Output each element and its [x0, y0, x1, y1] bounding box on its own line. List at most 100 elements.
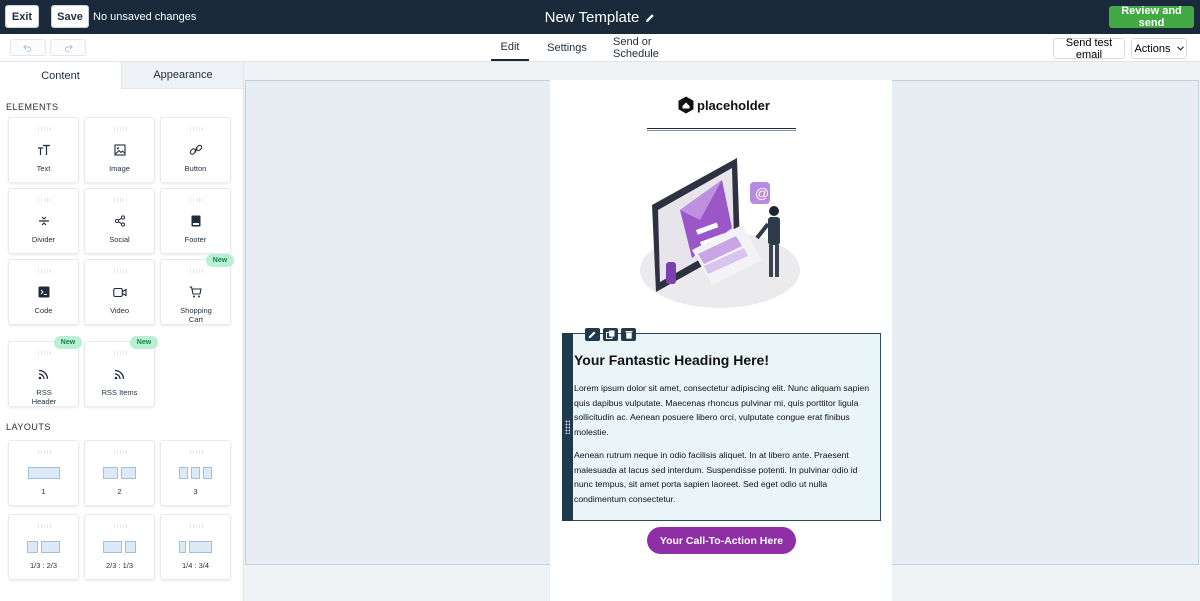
duplicate-block-button[interactable]	[603, 328, 618, 341]
drag-grip-icon	[189, 269, 203, 273]
pencil-icon[interactable]	[645, 13, 655, 23]
layout-3-col-icon	[161, 467, 230, 479]
element-card-button[interactable]: Button	[160, 117, 231, 183]
layout-label: 2	[117, 487, 122, 496]
tab-edit[interactable]: Edit	[491, 34, 529, 61]
drag-grip-icon	[189, 450, 203, 454]
element-label: Social	[109, 235, 130, 244]
layout-2-col-icon	[85, 467, 154, 479]
layout-label: 3	[193, 487, 198, 496]
new-badge: New	[206, 254, 234, 267]
drag-grip-icon	[189, 127, 203, 131]
cta-button[interactable]: Your Call-To-Action Here	[647, 527, 796, 554]
element-label: Image	[109, 164, 130, 173]
email-paragraph-1[interactable]: Lorem ipsum dolor sit amet, consectetur …	[574, 381, 874, 440]
undo-icon	[23, 44, 32, 52]
delete-block-button[interactable]	[621, 328, 636, 341]
elements-heading: ELEMENTS	[6, 102, 59, 112]
layouts-heading: LAYOUTS	[6, 422, 51, 432]
drag-grip-icon	[37, 269, 51, 273]
new-badge: New	[130, 336, 158, 349]
element-card-text[interactable]: Text	[8, 117, 79, 183]
layout-card-3[interactable]: 3	[160, 440, 231, 506]
drag-grip-icon	[37, 351, 51, 355]
element-label: RSS Items	[101, 388, 138, 397]
drag-grip-icon	[189, 198, 203, 202]
drag-grip-icon	[113, 127, 127, 131]
drag-grip-icon	[113, 450, 127, 454]
share-icon	[114, 215, 125, 227]
svg-text:@: @	[755, 185, 769, 201]
element-label: Divider	[31, 235, 56, 244]
divider-icon	[38, 216, 49, 226]
logo-text: placeholder	[697, 97, 770, 113]
trash-icon	[625, 331, 632, 339]
layout-2-3-1-3-icon	[85, 541, 154, 553]
send-test-email-button[interactable]: Send test email	[1053, 37, 1125, 61]
element-label: Video	[109, 306, 130, 315]
email-logo[interactable]: placeholder	[678, 96, 770, 114]
element-card-video[interactable]: Video	[84, 259, 155, 325]
text-size-icon	[37, 144, 50, 155]
layout-card-1-4-3-4[interactable]: 1/4 : 3/4	[160, 514, 231, 580]
actions-label: Actions	[1134, 42, 1171, 55]
video-icon	[112, 287, 127, 297]
exit-button[interactable]: Exit	[5, 5, 39, 28]
layout-card-2-3-1-3[interactable]: 2/3 : 1/3	[84, 514, 155, 580]
layout-1-3-2-3-icon	[9, 541, 78, 553]
element-label: RSS Header	[31, 388, 57, 406]
layout-1-4-3-4-icon	[161, 541, 230, 553]
element-label: Shopping Cart	[180, 306, 212, 324]
tab-appearance[interactable]: Appearance	[121, 62, 243, 89]
save-button[interactable]: Save	[51, 5, 89, 28]
cart-icon	[189, 286, 202, 298]
element-card-footer[interactable]: Footer	[160, 188, 231, 254]
drag-grip-icon	[113, 269, 127, 273]
layout-card-1-3-2-3[interactable]: 1/3 : 2/3	[8, 514, 79, 580]
template-title-text: New Template	[544, 9, 640, 26]
element-card-rss-header[interactable]: New RSS Header	[8, 336, 82, 407]
element-card-shopping-cart[interactable]: New Shopping Cart	[160, 254, 234, 325]
tab-content[interactable]: Content	[0, 62, 121, 89]
tab-settings[interactable]: Settings	[547, 34, 587, 61]
link-icon	[189, 144, 202, 155]
redo-button[interactable]	[50, 39, 86, 56]
rss-icon	[38, 369, 49, 379]
element-card-code[interactable]: Code	[8, 259, 79, 325]
layout-label: 2/3 : 1/3	[105, 561, 134, 570]
edit-block-button[interactable]	[585, 328, 600, 341]
footer-icon	[191, 215, 200, 227]
undo-button[interactable]	[10, 39, 46, 56]
email-paragraph-2[interactable]: Aenean rutrum neque in odio facilisis al…	[574, 448, 874, 507]
drag-grip-icon	[113, 351, 127, 355]
drag-grip-icon	[113, 198, 127, 202]
hexagon-logo-icon	[678, 96, 694, 114]
email-illustration[interactable]: @	[632, 150, 806, 315]
email-heading[interactable]: Your Fantastic Heading Here!	[574, 352, 769, 368]
chevron-down-icon	[1176, 46, 1184, 51]
copy-icon	[606, 330, 615, 339]
element-card-image[interactable]: Image	[84, 117, 155, 183]
logo-divider	[647, 128, 796, 131]
element-label: Button	[184, 164, 207, 173]
block-drag-handle-icon[interactable]	[565, 420, 570, 434]
actions-dropdown[interactable]: Actions	[1131, 38, 1187, 59]
tab-send-or-schedule[interactable]: Send or Schedule	[613, 34, 687, 61]
layout-1-col-icon	[9, 467, 78, 479]
review-and-send-button[interactable]: Review and send	[1109, 5, 1194, 29]
element-card-social[interactable]: Social	[84, 188, 155, 254]
drag-grip-icon	[37, 127, 51, 131]
element-card-divider[interactable]: Divider	[8, 188, 79, 254]
drag-grip-icon	[113, 524, 127, 528]
block-toolbar	[585, 328, 636, 341]
template-title[interactable]: New Template	[545, 9, 656, 26]
layout-card-2[interactable]: 2	[84, 440, 155, 506]
drag-grip-icon	[37, 198, 51, 202]
terminal-icon	[38, 286, 49, 298]
redo-icon	[64, 44, 73, 52]
element-card-rss-items[interactable]: New RSS Items	[84, 336, 158, 407]
layout-label: 1	[41, 487, 46, 496]
image-icon	[113, 144, 126, 156]
layout-card-1[interactable]: 1	[8, 440, 79, 506]
layout-label: 1/4 : 3/4	[181, 561, 210, 570]
